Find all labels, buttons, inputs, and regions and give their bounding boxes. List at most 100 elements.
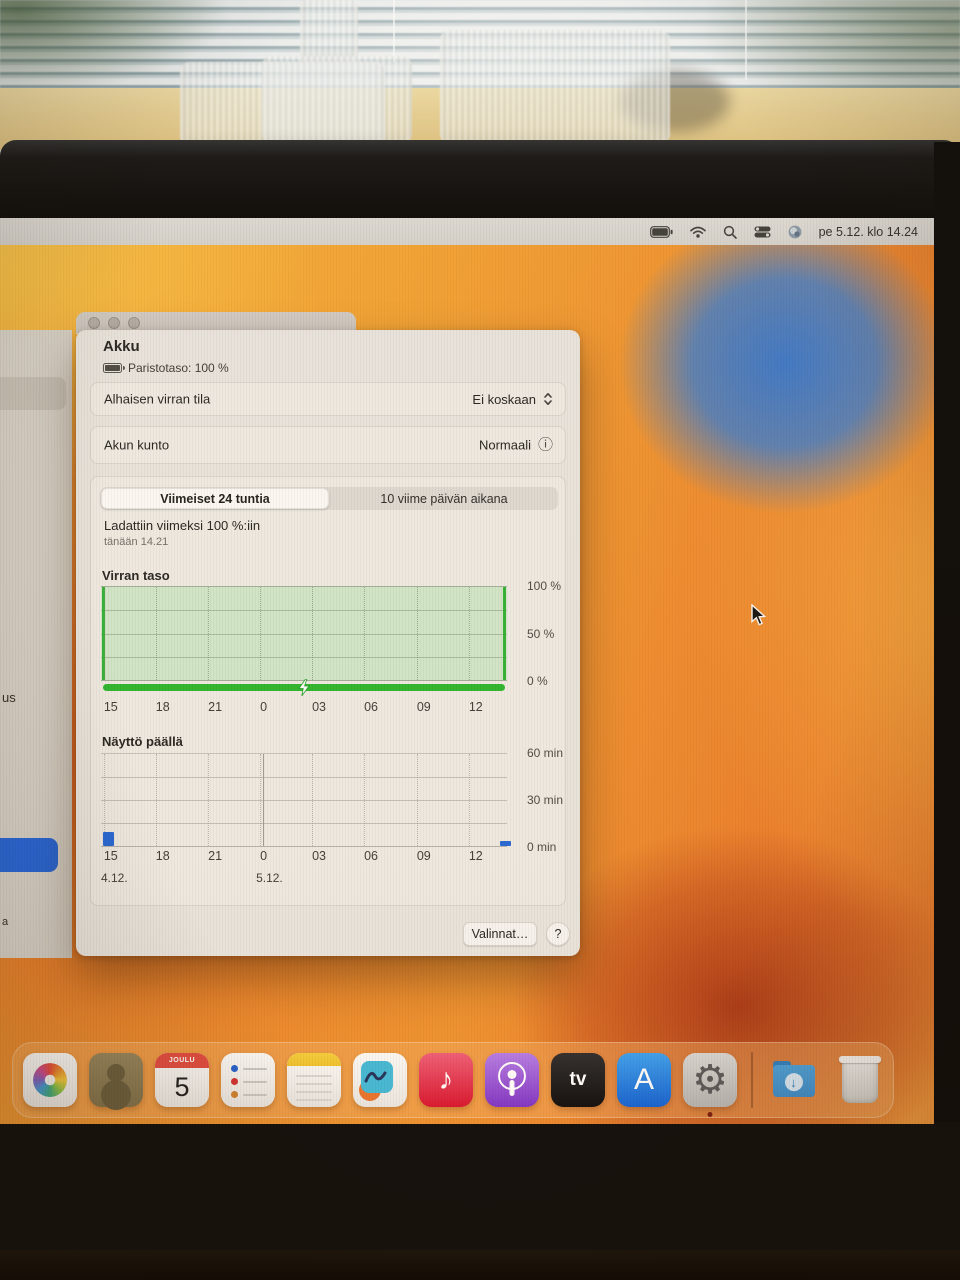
sidebar-selected-item[interactable] — [0, 377, 66, 410]
notes-icon — [287, 1053, 341, 1066]
chart-right-edge — [503, 587, 506, 680]
minimize-icon[interactable] — [108, 317, 120, 329]
grid-line — [416, 754, 418, 846]
menu-bar-clock[interactable]: pe 5.12. klo 14.24 — [819, 225, 918, 239]
grid-line — [364, 587, 366, 680]
y-tick-label: 60 min — [527, 746, 564, 760]
dock-item-system-settings[interactable]: ⚙ — [683, 1053, 737, 1117]
battery-status-row: Paristotaso: 100 % — [103, 361, 229, 375]
mouse-cursor — [751, 603, 768, 633]
low-power-label: Alhaisen virran tila — [104, 391, 211, 407]
day-label: 4.12. — [101, 871, 128, 885]
low-power-select[interactable]: Ei koskaan — [472, 391, 553, 407]
close-icon[interactable] — [88, 317, 100, 329]
laptop-top-bezel — [0, 140, 960, 220]
grid-line — [312, 587, 314, 680]
x-tick-label: 12 — [468, 849, 483, 863]
grid-line — [468, 754, 470, 846]
last-charged-text: Ladattiin viimeksi 100 %:iin — [104, 518, 261, 533]
appstore-icon: A — [633, 1063, 654, 1096]
x-tick-label: 09 — [416, 849, 431, 863]
x-tick-label: 15 — [103, 700, 118, 714]
drinking-glass-left — [180, 62, 385, 146]
dock-item-notes[interactable] — [287, 1053, 341, 1107]
x-tick-label: 15 — [103, 849, 118, 863]
calendar-month-label: JOULU — [155, 1053, 209, 1068]
x-tick-label: 12 — [468, 700, 483, 714]
y-tick-label: 0 min — [527, 840, 557, 854]
battery-icon[interactable] — [649, 225, 673, 238]
battery-health-label: Akun kunto — [104, 437, 170, 453]
x-tick-label: 18 — [155, 700, 170, 714]
running-indicator — [707, 1112, 713, 1117]
sidebar-text-fragment: a — [2, 916, 9, 928]
y-tick-label: 100 % — [527, 579, 562, 593]
blind-cord — [393, 0, 395, 62]
x-tick-label: 06 — [364, 700, 378, 714]
control-center-icon[interactable] — [754, 226, 771, 238]
sidebar-text-fragment: us — [2, 690, 16, 705]
laptop-right-bezel — [934, 142, 960, 1260]
y-tick-label: 30 min — [527, 793, 564, 807]
appletv-label: tv — [569, 1069, 587, 1090]
grid-line — [208, 587, 210, 680]
dock-item-appstore[interactable]: A — [617, 1053, 671, 1107]
screen-on-y-axis: 60 min 30 min 0 min — [527, 746, 587, 854]
battery-settings-panel: Akku Paristotaso: 100 % Alhaisen virran … — [76, 330, 580, 956]
grid-line — [416, 587, 418, 680]
grid-line — [208, 754, 210, 846]
low-power-value: Ei koskaan — [472, 391, 536, 407]
charging-indicator-bar — [103, 678, 505, 697]
battery-level-chart-title: Virran taso — [102, 568, 170, 583]
day-label: 5.12. — [256, 871, 283, 885]
photo-of-macbook: MacBook Pro pe 5.12. klo 14.24 — [0, 0, 960, 1280]
dock-item-downloads[interactable]: ↓ — [767, 1053, 821, 1107]
photos-icon — [33, 1063, 67, 1097]
grid-line — [155, 754, 157, 846]
x-tick-label: 0 — [260, 849, 268, 863]
x-tick-label: 09 — [416, 700, 431, 714]
grid-line — [103, 587, 105, 680]
options-button[interactable]: Valinnat… — [463, 922, 537, 946]
screen-on-chart — [101, 753, 511, 847]
info-icon[interactable]: ⓘ — [538, 438, 553, 453]
sidebar-blue-button[interactable] — [0, 838, 58, 872]
x-tick-label: 0 — [260, 700, 268, 714]
laptop-bottom-bezel: MacBook Pro — [0, 1122, 960, 1258]
battery-level-icon — [103, 363, 125, 373]
dock-item-appletv[interactable]: tv — [551, 1053, 605, 1107]
dock-item-reminders[interactable] — [221, 1053, 275, 1107]
dock-item-calendar[interactable]: JOULU 5 — [155, 1053, 209, 1107]
contacts-icon — [107, 1064, 125, 1082]
calendar-day-label: 5 — [174, 1072, 190, 1102]
dock-item-freeform[interactable] — [353, 1053, 407, 1107]
help-button[interactable]: ? — [546, 922, 570, 946]
search-icon[interactable] — [723, 225, 737, 239]
dock-item-contacts[interactable] — [89, 1053, 143, 1107]
zoom-icon[interactable] — [128, 317, 140, 329]
battery-health-row: Akun kunto Normaali ⓘ — [90, 426, 566, 464]
dock-item-podcasts[interactable] — [485, 1053, 539, 1107]
tab-last-24-hours[interactable]: Viimeiset 24 tuntia — [101, 488, 329, 509]
battery-usage-section: Viimeiset 24 tuntia 10 viime päivän aika… — [90, 476, 566, 906]
dock-item-music[interactable]: ♪ — [419, 1053, 473, 1107]
lightning-bolt-icon — [296, 678, 312, 701]
grid-line — [364, 754, 366, 846]
battery-level-x-axis: 15 18 21 0 03 06 09 12 — [101, 700, 507, 716]
wifi-icon[interactable] — [689, 226, 706, 238]
screen-on-bar — [102, 832, 114, 846]
background-sidebar-fragment: us a — [0, 330, 72, 958]
panel-title: Akku — [103, 338, 140, 355]
dock-divider — [751, 1052, 753, 1108]
blind-cord — [745, 0, 747, 80]
dock-item-trash[interactable] — [833, 1053, 887, 1107]
y-tick-label: 50 % — [527, 626, 555, 641]
download-arrow-icon: ↓ — [784, 1073, 803, 1092]
siri-icon[interactable] — [788, 225, 802, 239]
time-range-segmented-control: Viimeiset 24 tuntia 10 viime päivän aika… — [100, 487, 558, 510]
tab-last-10-days[interactable]: 10 viime päivän aikana — [330, 487, 558, 510]
battery-level-y-axis: 100 % 50 % 0 % — [527, 579, 587, 688]
dock-item-photos[interactable] — [23, 1053, 77, 1107]
low-power-mode-row: Alhaisen virran tila Ei koskaan — [90, 382, 566, 416]
x-tick-label: 18 — [155, 849, 170, 863]
